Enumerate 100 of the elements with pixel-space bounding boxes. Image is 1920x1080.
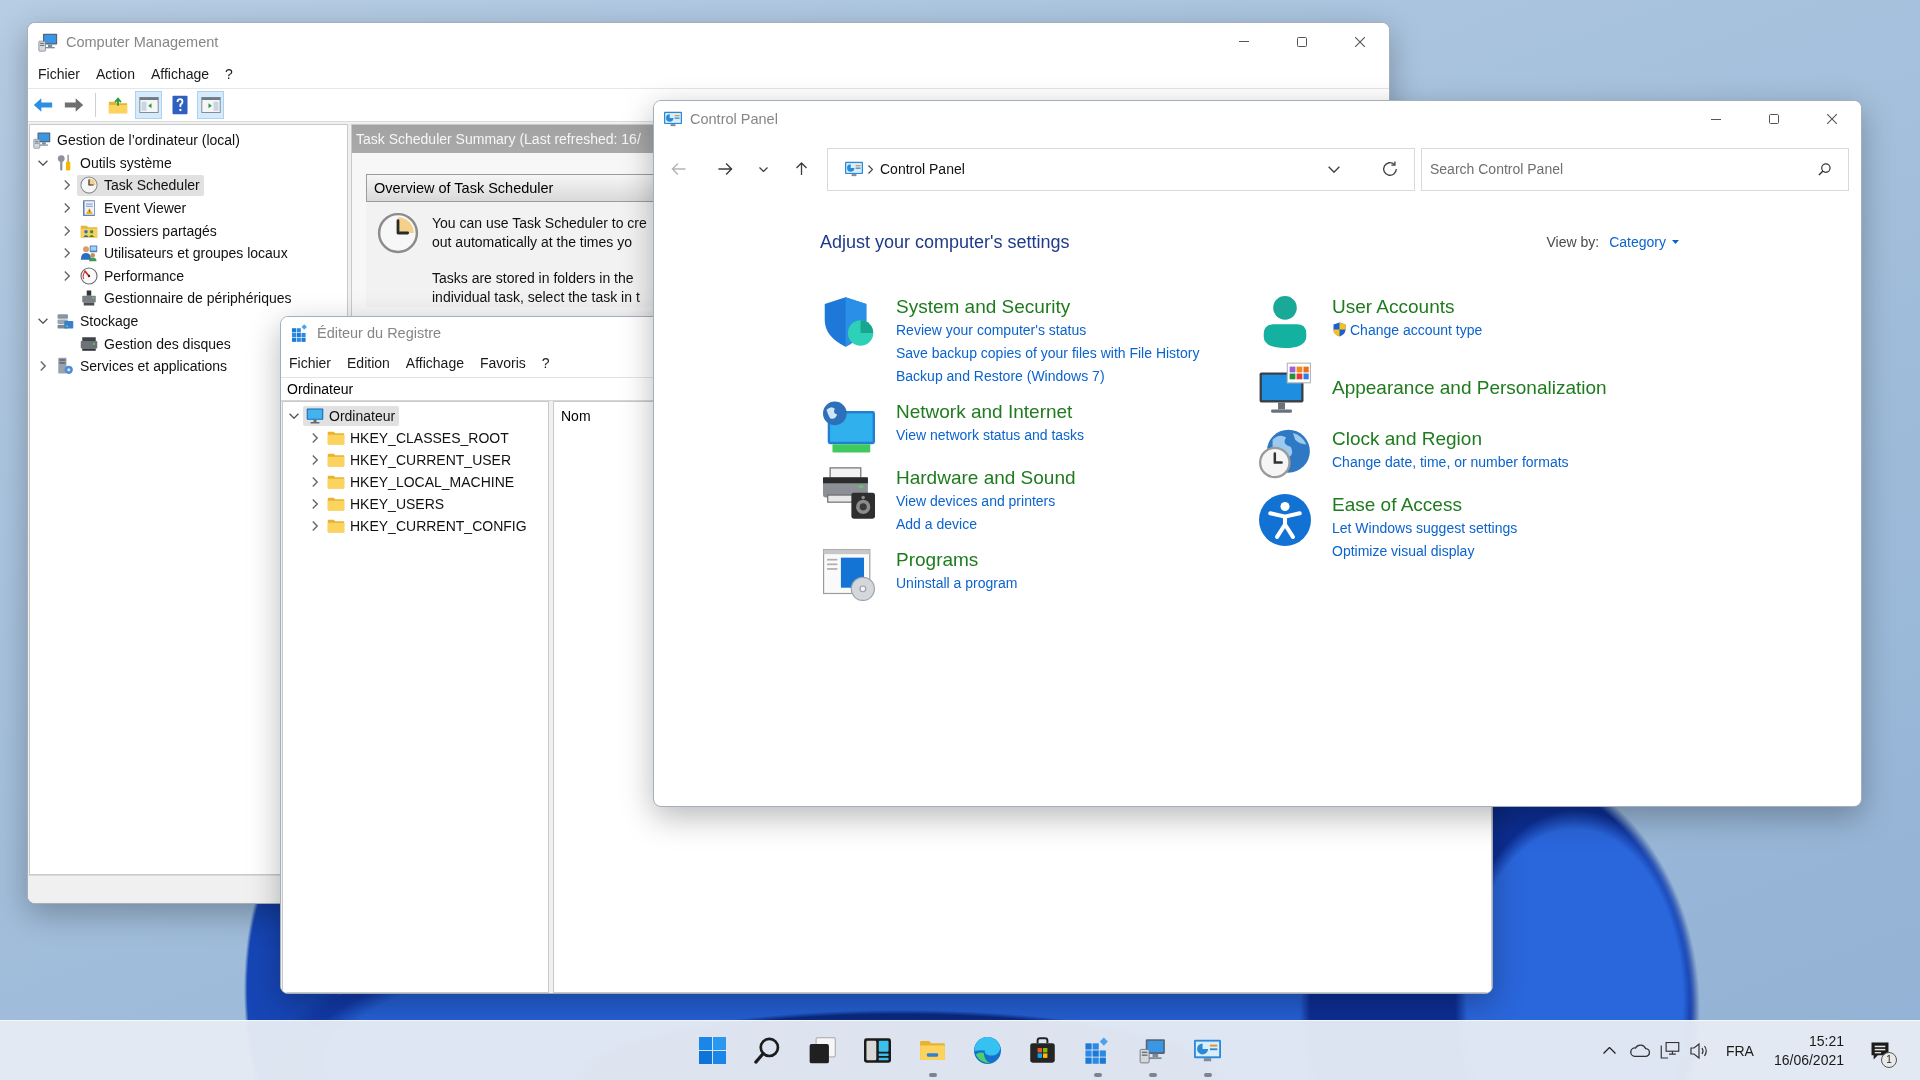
summary-text: individual task, select the task in t	[432, 288, 641, 307]
clock-button[interactable]: 15:21 16/06/2021	[1767, 1027, 1850, 1074]
chevron-right-icon[interactable]	[64, 180, 70, 191]
device-icon	[80, 289, 98, 308]
category-link[interactable]: Clock and Region	[1332, 428, 1482, 450]
search-field[interactable]: Search Control Panel	[1421, 147, 1849, 191]
window-pane-icon	[200, 95, 221, 115]
tree-item[interactable]: HKEY_CURRENT_USER	[324, 450, 516, 470]
close-icon	[1355, 36, 1365, 47]
toolbar-button[interactable]	[197, 91, 224, 119]
chevron-right-icon[interactable]	[64, 203, 70, 214]
language-button[interactable]: FRA	[1721, 1038, 1758, 1063]
tree-item[interactable]: Gestion des disques	[77, 333, 235, 354]
chevron-right-icon	[868, 164, 873, 174]
widgets-icon	[864, 1037, 891, 1064]
task-link[interactable]: Change account type	[1350, 321, 1483, 338]
category-link[interactable]: Appearance and Personalization	[1332, 377, 1607, 399]
tree-item[interactable]: Performance	[77, 265, 189, 287]
category-link[interactable]: Network and Internet	[896, 401, 1073, 423]
folder-icon	[327, 495, 345, 513]
window-title: Control Panel	[690, 111, 778, 127]
computer-tools-icon	[38, 31, 58, 52]
menu-item[interactable]: ?	[533, 352, 558, 374]
network-icon	[1659, 1042, 1680, 1059]
menu-item[interactable]: Action	[88, 63, 143, 85]
task-link[interactable]: Uninstall a program	[896, 574, 1018, 591]
category-link[interactable]: Programs	[896, 549, 979, 571]
tree-item[interactable]: Task Scheduler	[77, 175, 204, 196]
chevron-right-icon[interactable]	[312, 455, 318, 465]
task-link[interactable]: Save backup copies of your files with File History	[896, 344, 1200, 361]
menu-item[interactable]: Affichage	[397, 352, 472, 374]
shield-icon	[823, 296, 875, 348]
chevron-right-icon[interactable]	[40, 361, 46, 372]
tree-item[interactable]: Dossiers partagés	[77, 220, 221, 241]
task-link[interactable]: View devices and printers	[896, 492, 1056, 509]
window-title: Éditeur du Registre	[317, 325, 442, 341]
task-link[interactable]: Backup and Restore (Windows 7)	[896, 367, 1105, 384]
toolbar-button[interactable]	[135, 91, 162, 119]
menu-item[interactable]: Favoris	[471, 352, 534, 374]
menu-item[interactable]: Fichier	[30, 63, 88, 85]
refresh-icon	[1382, 161, 1398, 177]
menu-item[interactable]: ?	[217, 63, 241, 85]
chevron-down-icon[interactable]	[38, 318, 48, 325]
chevron-right-icon[interactable]	[64, 225, 70, 236]
category-link[interactable]: Hardware and Sound	[896, 467, 1076, 489]
tree-item[interactable]: Ordinateur	[303, 406, 400, 426]
chevron-right-icon[interactable]	[64, 248, 70, 259]
clock-icon	[80, 176, 98, 195]
monitor-chart-icon	[845, 160, 863, 178]
accessibility-icon	[1259, 494, 1311, 546]
speaker-icon	[1690, 1042, 1710, 1059]
tree-item[interactable]: Gestionnaire de périphériques	[77, 288, 296, 309]
menu-item[interactable]: Edition	[339, 352, 398, 374]
chevron-right-icon[interactable]	[312, 433, 318, 443]
task-link[interactable]: Add a device	[896, 515, 977, 532]
chevron-down-icon[interactable]	[38, 159, 48, 166]
chevron-right-icon[interactable]	[312, 477, 318, 487]
task-link[interactable]: Let Windows suggest settings	[1332, 519, 1518, 536]
notification-badge: 1	[1881, 1051, 1897, 1068]
globe-clock-icon	[1259, 428, 1311, 480]
view-by-dropdown[interactable]: Category	[1609, 234, 1679, 250]
category-link[interactable]: System and Security	[896, 296, 1071, 318]
tree-item[interactable]: HKEY_USERS	[324, 494, 449, 514]
address-bar[interactable]: Control Panel	[827, 147, 1415, 191]
chevron-right-icon[interactable]	[64, 270, 70, 281]
category-link[interactable]: Ease of Access	[1332, 494, 1462, 516]
tree-item[interactable]: Gestion de l’ordinateur (local)	[30, 130, 244, 151]
window-pane-icon	[138, 95, 159, 115]
computer-tools-icon	[1139, 1037, 1166, 1064]
browser-icon	[974, 1037, 1001, 1064]
monitor-chart-icon	[664, 110, 682, 128]
disk-drive-icon	[80, 334, 98, 353]
tree-item[interactable]: Outils système	[53, 152, 176, 174]
chevron-down-icon[interactable]	[289, 413, 299, 419]
log-book-icon	[80, 199, 98, 218]
breadcrumb-item[interactable]: Control Panel	[878, 159, 967, 179]
tree-item[interactable]: Event Viewer	[77, 197, 191, 219]
category-link[interactable]: User Accounts	[1332, 296, 1455, 318]
task-link[interactable]: Change date, time, or number formats	[1332, 453, 1569, 470]
tree-item[interactable]: Stockage	[53, 310, 143, 332]
tree-item[interactable]: Services et applications	[53, 355, 232, 377]
notification-button[interactable]: 1	[1862, 1028, 1898, 1073]
tree-item[interactable]: HKEY_CLASSES_ROOT	[324, 428, 513, 448]
tree-item[interactable]: Utilisateurs et groupes locaux	[77, 242, 292, 264]
menu-item[interactable]: Affichage	[142, 63, 218, 85]
task-link[interactable]: View network status and tasks	[896, 426, 1085, 443]
task-link[interactable]: Review your computer's status	[896, 321, 1087, 338]
tree-item[interactable]: HKEY_CURRENT_CONFIG	[324, 516, 531, 536]
task-link[interactable]: Optimize visual display	[1332, 542, 1475, 559]
chevron-right-icon[interactable]	[312, 521, 318, 531]
search-icon[interactable]	[1818, 162, 1831, 176]
up-arrow-icon	[794, 161, 808, 177]
folder-icon	[327, 429, 345, 447]
summary-text: Tasks are stored in folders in the	[432, 269, 635, 288]
shopping-bag-icon	[1029, 1037, 1056, 1064]
monitor-colors-icon	[1259, 362, 1311, 414]
tree-item[interactable]: HKEY_LOCAL_MACHINE	[324, 472, 519, 492]
chevron-right-icon[interactable]	[312, 499, 318, 509]
users-icon	[80, 244, 98, 263]
menu-item[interactable]: Fichier	[281, 352, 339, 374]
